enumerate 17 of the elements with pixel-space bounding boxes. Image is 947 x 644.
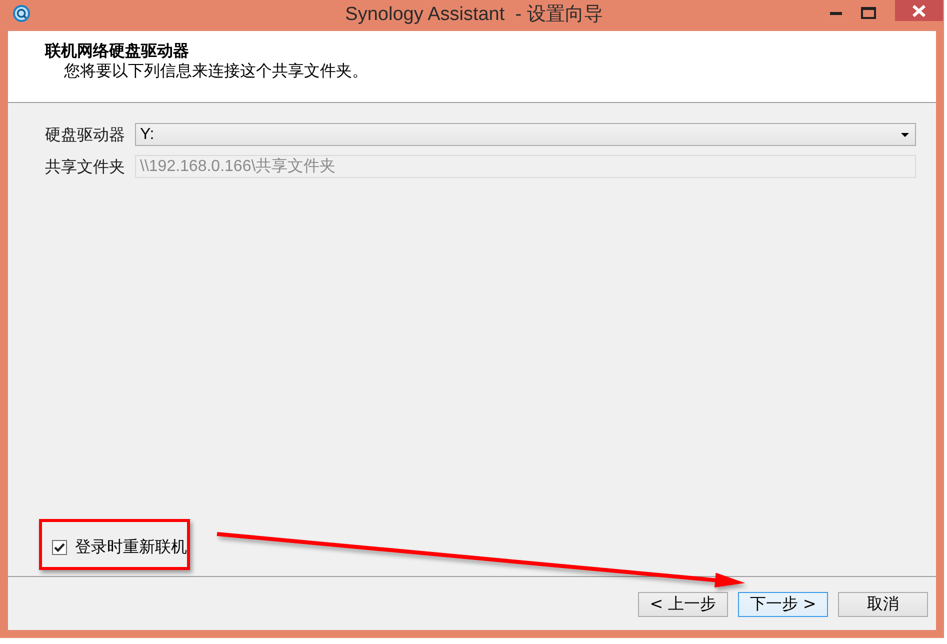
wizard-button[interactable]: 下一步 > xyxy=(738,592,828,617)
maximize-icon xyxy=(860,6,876,18)
wizard-subtitle: 您将要以下列信息来连接这个共享文件夹。 xyxy=(64,61,368,81)
wizard-button[interactable]: 取消 xyxy=(838,592,928,617)
wizard-title: 联机网络硬盘驱动器 xyxy=(45,41,189,61)
caret-icon xyxy=(901,132,909,136)
field-label: 共享文件夹 xyxy=(45,156,126,178)
checkbox-label[interactable]: 登录时重新联机 xyxy=(75,537,187,557)
minimize-icon xyxy=(830,12,842,15)
drive-dropdown[interactable]: Y: xyxy=(135,123,916,146)
field-label: 硬盘驱动器 xyxy=(45,124,126,146)
close-button[interactable] xyxy=(895,0,943,21)
wizard-button[interactable]: < 上一步 xyxy=(638,592,728,617)
checkbox[interactable] xyxy=(52,540,67,554)
close-icon xyxy=(912,4,926,16)
window-title: Synology Assistant - 设置向导 xyxy=(345,3,603,27)
app-logo-icon xyxy=(13,5,30,22)
